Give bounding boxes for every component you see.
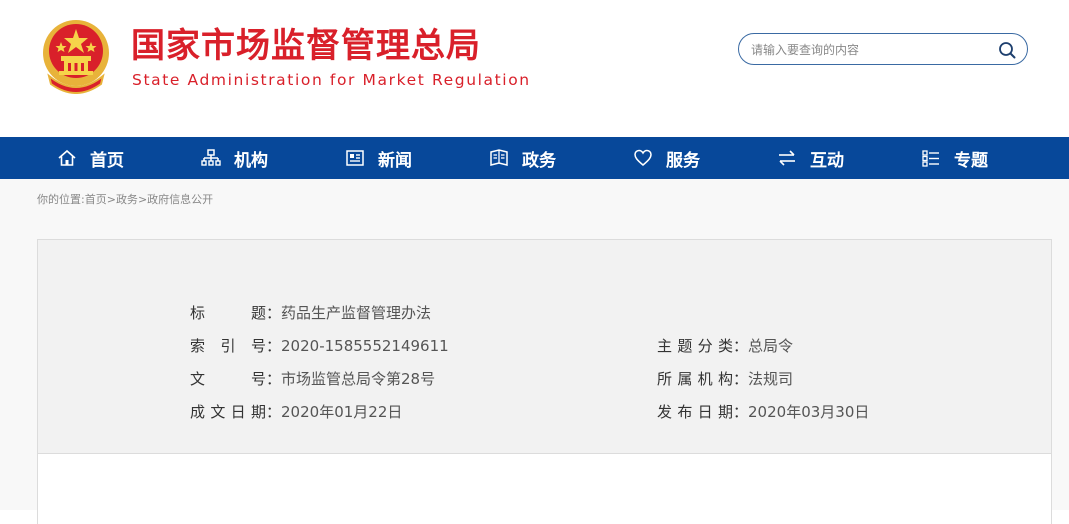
colon: ： <box>733 403 749 421</box>
doc-org-field: 所属机构：法规司 <box>657 368 793 390</box>
main-nav: 首页 机构 新闻 政务 服务 互动 专题 <box>0 137 1069 179</box>
nav-label: 首页 <box>90 150 124 171</box>
doc-category-field: 主题分类：总局令 <box>657 335 793 357</box>
home-icon <box>58 149 76 166</box>
nav-label: 政务 <box>522 150 556 171</box>
doc-org-label: 所属机构 <box>657 370 733 388</box>
doc-published-label: 发布日期 <box>657 403 733 421</box>
list-icon <box>922 150 939 167</box>
doc-index-field: 索 引 号：2020-1585552149611 <box>190 335 449 357</box>
nav-item-interaction[interactable]: 互动 <box>777 137 917 179</box>
site-title-cn[interactable]: 国家市场监督管理总局 <box>131 26 481 66</box>
doc-title-label: 标 题 <box>190 304 266 322</box>
nav-item-topics[interactable]: 专题 <box>921 137 1061 179</box>
nav-label: 专题 <box>954 150 988 171</box>
doc-category-label: 主题分类 <box>657 337 733 355</box>
search-input[interactable] <box>749 39 993 61</box>
document-body <box>37 454 1052 524</box>
doc-created-value: 2020年01月22日 <box>281 403 403 421</box>
breadcrumb-home[interactable]: 首页 <box>85 193 107 206</box>
nav-label: 机构 <box>234 150 268 171</box>
doc-published-field: 发布日期：2020年03月30日 <box>657 401 869 423</box>
doc-published-value: 2020年03月30日 <box>748 403 870 421</box>
exchange-icon <box>779 150 795 166</box>
colon: ： <box>733 370 749 388</box>
site-header: 国家市场监督管理总局 State Administration for Mark… <box>0 0 1069 137</box>
doc-created-label: 成文日期 <box>190 403 266 421</box>
breadcrumb: 你的位置:首页>政务>政府信息公开 <box>37 192 213 208</box>
nav-item-service[interactable]: 服务 <box>633 137 773 179</box>
org-chart-icon <box>201 149 221 166</box>
nav-label: 新闻 <box>378 150 412 171</box>
doc-org-value: 法规司 <box>748 370 794 388</box>
doc-title-field: 标 题：药品生产监督管理办法 <box>190 302 431 324</box>
doc-created-field: 成文日期：2020年01月22日 <box>190 401 402 423</box>
government-icon <box>490 149 508 166</box>
heart-icon <box>634 149 652 166</box>
national-emblem-icon[interactable] <box>41 18 111 94</box>
colon: ： <box>266 370 282 388</box>
breadcrumb-government[interactable]: 政务 <box>116 193 138 206</box>
news-icon <box>346 150 364 166</box>
colon: ： <box>266 304 282 322</box>
nav-item-government[interactable]: 政务 <box>489 137 629 179</box>
doc-number-field: 文 号：市场监管总局令第28号 <box>190 368 435 390</box>
doc-title-value: 药品生产监督管理办法 <box>281 304 432 322</box>
breadcrumb-prefix: 你的位置: <box>37 193 85 206</box>
breadcrumb-public-info[interactable]: 政府信息公开 <box>147 193 213 206</box>
search-box <box>738 33 1028 65</box>
doc-index-value: 2020-1585552149611 <box>281 337 449 355</box>
search-icon[interactable] <box>998 41 1016 59</box>
colon: ： <box>266 403 282 421</box>
breadcrumb-separator: > <box>137 193 148 206</box>
doc-number-value: 市场监管总局令第28号 <box>281 370 436 388</box>
breadcrumb-separator: > <box>106 193 116 206</box>
site-title-en[interactable]: State Administration for Market Regulati… <box>132 70 531 90</box>
doc-category-value: 总局令 <box>748 337 794 355</box>
doc-index-label: 索 引 号 <box>190 337 266 355</box>
doc-number-label: 文 号 <box>190 370 266 388</box>
nav-label: 服务 <box>666 150 700 171</box>
colon: ： <box>266 337 282 355</box>
nav-label: 互动 <box>810 150 844 171</box>
nav-item-home[interactable]: 首页 <box>57 137 197 179</box>
nav-item-org[interactable]: 机构 <box>201 137 341 179</box>
colon: ： <box>733 337 749 355</box>
nav-item-news[interactable]: 新闻 <box>345 137 485 179</box>
